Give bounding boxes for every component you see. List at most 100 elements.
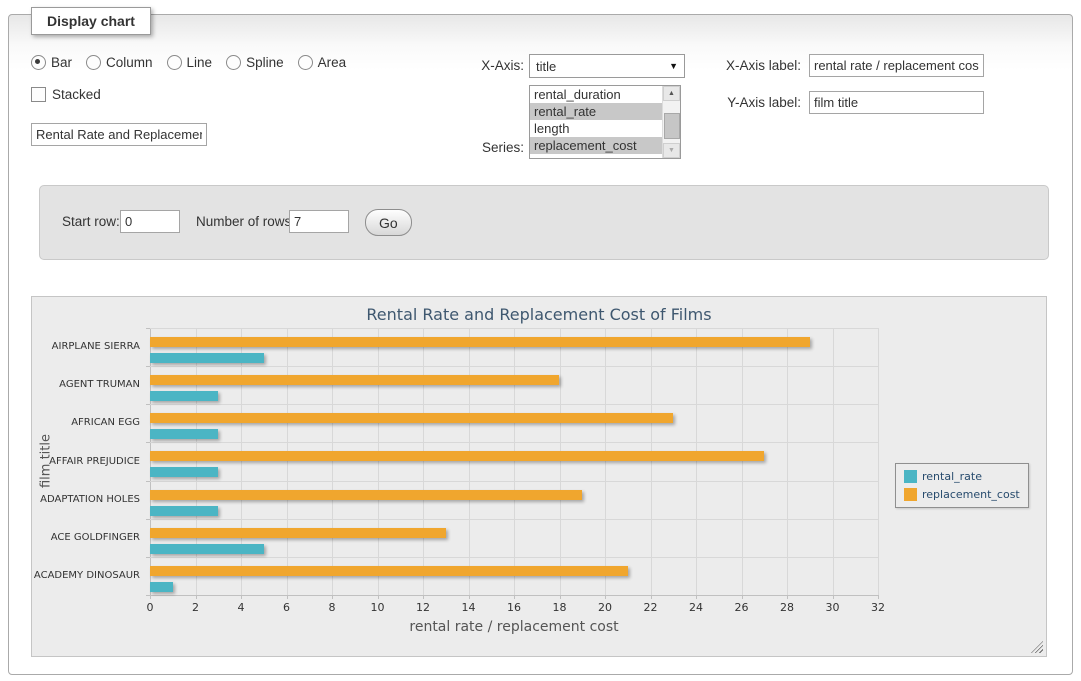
bar-replacement_cost[interactable] bbox=[150, 451, 764, 461]
bar-replacement_cost[interactable] bbox=[150, 490, 582, 500]
stacked-checkbox-icon[interactable] bbox=[31, 87, 46, 102]
x-axis-tick bbox=[241, 595, 242, 599]
y-axis-label-input[interactable] bbox=[809, 91, 984, 114]
legend-item-rental_rate[interactable]: rental_rate bbox=[904, 470, 1020, 483]
number-of-rows-label: Number of rows: bbox=[196, 214, 295, 229]
x-axis-tick bbox=[514, 595, 515, 599]
resize-grip-icon[interactable] bbox=[1031, 641, 1043, 653]
bar-replacement_cost[interactable] bbox=[150, 528, 446, 538]
gridline bbox=[150, 404, 878, 405]
x-tick-label: 28 bbox=[780, 601, 794, 614]
category-tick bbox=[146, 481, 150, 482]
x-axis-tick bbox=[196, 595, 197, 599]
series-option-length[interactable]: length bbox=[530, 120, 663, 137]
chart-legend: rental_rate replacement_cost bbox=[895, 463, 1029, 508]
x-tick-label: 12 bbox=[416, 601, 430, 614]
category-tick bbox=[146, 442, 150, 443]
gridline bbox=[150, 366, 878, 367]
chart-type-radio-group: Bar Column Line Spline Area bbox=[31, 55, 346, 70]
radio-icon[interactable] bbox=[86, 55, 101, 70]
radio-label: Column bbox=[106, 55, 153, 70]
display-chart-fieldset: Display chart BarColumnLineSplineArea St… bbox=[8, 14, 1073, 675]
x-axis-tick bbox=[423, 595, 424, 599]
bar-rental_rate[interactable] bbox=[150, 391, 218, 401]
chart-title-input[interactable] bbox=[31, 123, 207, 146]
bar-rental_rate[interactable] bbox=[150, 353, 264, 363]
x-axis-tick bbox=[469, 595, 470, 599]
bar-rental_rate[interactable] bbox=[150, 429, 218, 439]
gridline bbox=[514, 328, 515, 595]
series-option-rental_rate[interactable]: rental_rate bbox=[530, 103, 663, 120]
category-tick bbox=[146, 519, 150, 520]
x-axis-tick bbox=[332, 595, 333, 599]
radio-icon[interactable] bbox=[167, 55, 182, 70]
legend-item-replacement_cost[interactable]: replacement_cost bbox=[904, 488, 1020, 501]
radio-label: Spline bbox=[246, 55, 284, 70]
scroll-down-icon[interactable]: ▼ bbox=[663, 143, 680, 158]
chart-type-option-bar[interactable]: Bar bbox=[31, 55, 72, 70]
category-label: AFRICAN EGG bbox=[32, 417, 140, 428]
x-axis-tick bbox=[787, 595, 788, 599]
number-of-rows-input[interactable] bbox=[289, 210, 349, 233]
radio-label: Bar bbox=[51, 55, 72, 70]
start-row-input[interactable] bbox=[120, 210, 180, 233]
x-axis-tick bbox=[605, 595, 606, 599]
chart-type-option-spline[interactable]: Spline bbox=[226, 55, 284, 70]
category-label: AFFAIR PREJUDICE bbox=[32, 456, 140, 467]
chart-container: Rental Rate and Replacement Cost of Film… bbox=[31, 296, 1047, 657]
stacked-checkbox-row[interactable]: Stacked bbox=[31, 87, 101, 102]
row-range-panel: Start row: Number of rows: Go bbox=[39, 185, 1049, 260]
gridline bbox=[332, 328, 333, 595]
x-axis-tick bbox=[651, 595, 652, 599]
gridline bbox=[423, 328, 424, 595]
series-option-rental_duration[interactable]: rental_duration bbox=[530, 86, 663, 103]
chart-type-option-column[interactable]: Column bbox=[86, 55, 153, 70]
chart-type-option-line[interactable]: Line bbox=[167, 55, 213, 70]
gridline bbox=[150, 481, 878, 482]
gridline bbox=[150, 519, 878, 520]
plot-area bbox=[150, 328, 878, 595]
gridline bbox=[241, 328, 242, 595]
go-button[interactable]: Go bbox=[365, 209, 412, 236]
series-select-label: Series: bbox=[434, 140, 524, 155]
gridline bbox=[150, 442, 878, 443]
bar-rental_rate[interactable] bbox=[150, 506, 218, 516]
bar-replacement_cost[interactable] bbox=[150, 566, 628, 576]
bar-replacement_cost[interactable] bbox=[150, 337, 810, 347]
x-axis-tick bbox=[378, 595, 379, 599]
gridline bbox=[150, 557, 878, 558]
gridline bbox=[878, 328, 879, 595]
x-tick-label: 0 bbox=[147, 601, 154, 614]
category-tick bbox=[146, 404, 150, 405]
series-options: rental_durationrental_ratelengthreplacem… bbox=[530, 86, 680, 154]
x-axis-tick bbox=[833, 595, 834, 599]
x-axis-select-label: X-Axis: bbox=[434, 58, 524, 73]
radio-icon[interactable] bbox=[298, 55, 313, 70]
bar-rental_rate[interactable] bbox=[150, 544, 264, 554]
bar-replacement_cost[interactable] bbox=[150, 375, 559, 385]
bar-replacement_cost[interactable] bbox=[150, 413, 673, 423]
category-label: AGENT TRUMAN bbox=[32, 379, 140, 390]
chart-type-option-area[interactable]: Area bbox=[298, 55, 347, 70]
gridline bbox=[696, 328, 697, 595]
x-tick-label: 8 bbox=[329, 601, 336, 614]
gridline bbox=[469, 328, 470, 595]
x-tick-label: 14 bbox=[462, 601, 476, 614]
x-axis-selected-value: title bbox=[530, 59, 669, 74]
bar-rental_rate[interactable] bbox=[150, 467, 218, 477]
radio-icon[interactable] bbox=[226, 55, 241, 70]
bar-rental_rate[interactable] bbox=[150, 582, 173, 592]
series-option-replacement_cost[interactable]: replacement_cost bbox=[530, 137, 663, 154]
y-axis-label-label: Y-Axis label: bbox=[659, 95, 801, 110]
x-tick-label: 20 bbox=[598, 601, 612, 614]
x-axis-label-input[interactable] bbox=[809, 54, 984, 77]
gridline bbox=[787, 328, 788, 595]
gridline bbox=[378, 328, 379, 595]
x-axis-tick bbox=[696, 595, 697, 599]
x-axis-tick bbox=[878, 595, 879, 599]
x-axis-tick bbox=[742, 595, 743, 599]
x-tick-label: 30 bbox=[826, 601, 840, 614]
scrollbar-thumb[interactable] bbox=[664, 113, 680, 139]
radio-icon[interactable] bbox=[31, 55, 46, 70]
gridline bbox=[833, 328, 834, 595]
